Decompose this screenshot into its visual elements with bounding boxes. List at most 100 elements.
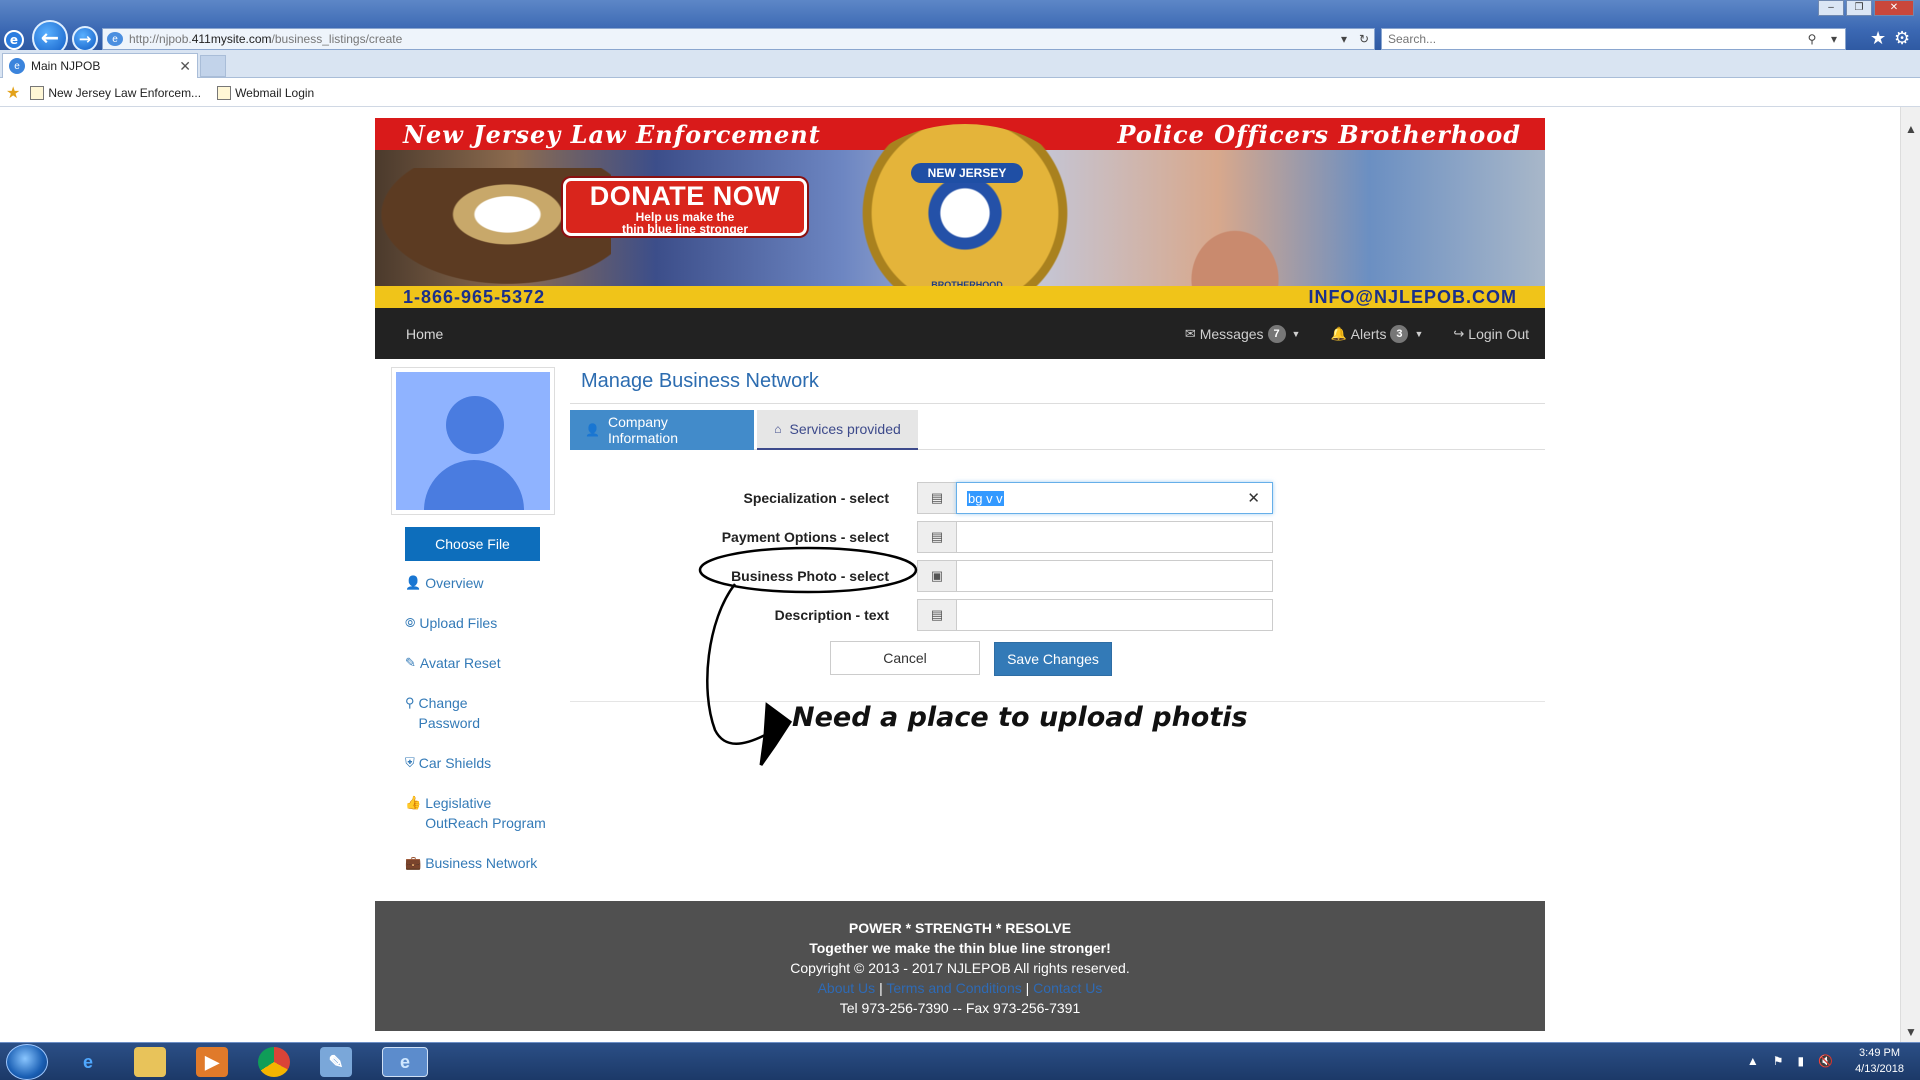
donate-title: DONATE NOW bbox=[589, 181, 781, 211]
messages-count-badge: 7 bbox=[1267, 324, 1286, 343]
close-window-icon[interactable]: ✕ bbox=[1874, 0, 1914, 16]
sidebar-item-label: Overview bbox=[425, 575, 484, 591]
refresh-icon[interactable]: ↻ bbox=[1354, 32, 1374, 46]
footer-tagline: Together we make the thin blue line stro… bbox=[809, 940, 1111, 956]
specialization-value: bg v v bbox=[967, 490, 1004, 506]
tab-label: Services provided bbox=[789, 421, 901, 437]
page-icon: e bbox=[107, 32, 123, 46]
sidebar-item-overview[interactable]: 👤 Overview bbox=[405, 573, 555, 593]
police-badge-logo bbox=[845, 124, 1085, 302]
sidebar-item-avatar-reset[interactable]: ✎ Avatar Reset bbox=[405, 653, 555, 673]
avatar bbox=[391, 367, 555, 515]
specialization-select[interactable]: bg v v ✕ bbox=[956, 482, 1273, 514]
nav-right-group: ✉ Messages 7 ▼ 🔔 Alerts 3 ▼ ↪ Login Out bbox=[1155, 324, 1529, 343]
ie-active-window-icon[interactable]: e bbox=[382, 1047, 428, 1077]
action-center-flag-icon[interactable]: ⚑ bbox=[1773, 1054, 1784, 1068]
show-hidden-icons-icon[interactable]: ▲ bbox=[1747, 1054, 1759, 1068]
business-photo-select[interactable] bbox=[956, 560, 1273, 592]
taskbar-clock[interactable]: 3:49 PM 4/13/2018 bbox=[1855, 1045, 1904, 1077]
sidebar-item-label: Car Shields bbox=[418, 755, 492, 771]
footer-link-about[interactable]: About Us bbox=[818, 980, 876, 996]
browser-search-box[interactable]: ⚲ ▾ bbox=[1381, 28, 1846, 50]
start-button[interactable] bbox=[6, 1044, 48, 1080]
sidebar-item-legislative-outreach[interactable]: 👍 Legislative OutReach Program bbox=[405, 793, 555, 833]
tab-close-icon[interactable]: ✕ bbox=[179, 58, 191, 75]
windows-taskbar: e ▶ ✎ e ▲ ⚑ ▮ 🔇 3:49 PM 4/13/2018 bbox=[0, 1042, 1920, 1080]
donate-now-button[interactable]: DONATE NOW Help us make the thin blue li… bbox=[563, 178, 807, 236]
scroll-up-icon[interactable]: ▲ bbox=[1901, 119, 1920, 139]
save-changes-button[interactable]: Save Changes bbox=[994, 642, 1112, 676]
avatar-body-shape bbox=[424, 460, 524, 510]
minimize-icon[interactable]: – bbox=[1818, 0, 1844, 16]
tab-company-information[interactable]: 👤 Company Information bbox=[570, 410, 754, 450]
chrome-icon[interactable] bbox=[258, 1047, 290, 1077]
favorites-bar: ★ New Jersey Law Enforcem... Webmail Log… bbox=[0, 79, 1920, 107]
site-footer: POWER * STRENGTH * RESOLVE Together we m… bbox=[375, 901, 1545, 1031]
forward-button[interactable]: → bbox=[72, 26, 98, 52]
favorite-link[interactable]: Webmail Login bbox=[217, 85, 314, 100]
nav-logout[interactable]: ↪ Login Out bbox=[1453, 326, 1529, 342]
tab-title: Main NJPOB bbox=[31, 59, 101, 73]
internet-explorer-icon[interactable]: e bbox=[72, 1047, 104, 1077]
sidebar-item-business-network[interactable]: 💼 Business Network bbox=[405, 853, 555, 873]
network-signal-icon[interactable]: ▮ bbox=[1798, 1054, 1805, 1068]
specialization-row: Specialization - select ▤ bg v v ✕ bbox=[570, 482, 1545, 514]
alerts-count-badge: 3 bbox=[1390, 324, 1409, 343]
add-favorite-star-icon[interactable]: ★ bbox=[6, 83, 20, 103]
upload-icon: ⦾ bbox=[405, 615, 416, 630]
tab-label: Company Information bbox=[607, 414, 678, 446]
sidebar-item-upload-files[interactable]: ⦾ Upload Files bbox=[405, 613, 555, 633]
browser-tab[interactable]: e Main NJPOB ✕ bbox=[2, 53, 198, 78]
payment-options-select[interactable] bbox=[956, 521, 1273, 553]
address-dropdown-icon[interactable]: ▾ bbox=[1334, 32, 1354, 46]
bell-icon: 🔔 bbox=[1330, 325, 1347, 341]
favorite-page-icon bbox=[30, 85, 45, 100]
page-scrollbar[interactable]: ▲ ▼ bbox=[1900, 107, 1920, 1042]
nav-home-link[interactable]: Home bbox=[406, 326, 443, 342]
address-url[interactable]: http://njpob.411mysite.com/business_list… bbox=[129, 32, 1334, 46]
site-navbar: Home ✉ Messages 7 ▼ 🔔 Alerts 3 ▼ ↪ Login… bbox=[375, 308, 1545, 359]
shield-icon: ⛨ bbox=[405, 755, 415, 770]
address-bar[interactable]: e http://njpob.411mysite.com/business_li… bbox=[102, 28, 1375, 50]
banner-left-title: New Jersey Law Enforcement bbox=[403, 120, 821, 149]
paint-icon[interactable]: ✎ bbox=[320, 1047, 352, 1077]
settings-gear-icon[interactable]: ⚙ bbox=[1894, 28, 1910, 49]
favorites-star-icon[interactable]: ★ bbox=[1870, 28, 1886, 49]
browser-titlebar: e ← → e http://njpob.411mysite.com/busin… bbox=[0, 0, 1920, 56]
annotation-drawing bbox=[698, 546, 918, 766]
avatar-head-shape bbox=[446, 396, 504, 454]
favorite-link[interactable]: New Jersey Law Enforcem... bbox=[30, 85, 201, 100]
alerts-label: Alerts bbox=[1350, 325, 1387, 342]
nav-messages[interactable]: ✉ Messages 7 ▼ bbox=[1184, 324, 1300, 343]
system-tray: ▲ ⚑ ▮ 🔇 3:49 PM 4/13/2018 bbox=[1747, 1045, 1904, 1077]
clock-time: 3:49 PM bbox=[1859, 1047, 1901, 1059]
description-input[interactable] bbox=[956, 599, 1273, 631]
envelope-icon: ✉ bbox=[1184, 325, 1196, 341]
new-tab-button[interactable] bbox=[200, 55, 226, 77]
annotation-arrow-head bbox=[759, 702, 793, 766]
footer-link-terms[interactable]: Terms and Conditions bbox=[886, 980, 1021, 996]
volume-muted-icon[interactable]: 🔇 bbox=[1818, 1054, 1833, 1068]
user-icon: 👤 bbox=[585, 423, 600, 437]
search-dropdown-icon[interactable]: ▾ bbox=[1823, 32, 1845, 46]
scroll-down-icon[interactable]: ▼ bbox=[1901, 1022, 1920, 1042]
choose-file-button[interactable]: Choose File bbox=[405, 527, 540, 561]
logout-icon: ↪ bbox=[1453, 325, 1465, 341]
media-player-icon[interactable]: ▶ bbox=[196, 1047, 228, 1077]
search-icon[interactable]: ⚲ bbox=[1801, 32, 1823, 46]
sidebar-item-label: Avatar Reset bbox=[419, 655, 501, 671]
file-explorer-icon[interactable] bbox=[134, 1047, 166, 1077]
footer-link-contact[interactable]: Contact Us bbox=[1033, 980, 1102, 996]
footer-separator: | bbox=[1025, 980, 1030, 996]
logout-label: Login Out bbox=[1468, 325, 1529, 342]
sidebar-item-change-password[interactable]: ⚲ Change Password bbox=[405, 693, 555, 733]
tab-services-provided[interactable]: ⌂ Services provided bbox=[757, 410, 918, 450]
nav-alerts[interactable]: 🔔 Alerts 3 ▼ bbox=[1330, 324, 1423, 343]
maximize-icon[interactable]: ❐ bbox=[1846, 0, 1872, 16]
browser-search-input[interactable] bbox=[1388, 32, 1801, 46]
sidebar-item-car-shields[interactable]: ⛨ Car Shields bbox=[405, 753, 555, 773]
footer-contact: Tel 973-256-7390 -- Fax 973-256-7391 bbox=[839, 1000, 1081, 1016]
clear-icon[interactable]: ✕ bbox=[1247, 489, 1260, 507]
home-icon: ⌂ bbox=[774, 422, 782, 436]
browser-tab-row: e Main NJPOB ✕ bbox=[0, 50, 1920, 78]
